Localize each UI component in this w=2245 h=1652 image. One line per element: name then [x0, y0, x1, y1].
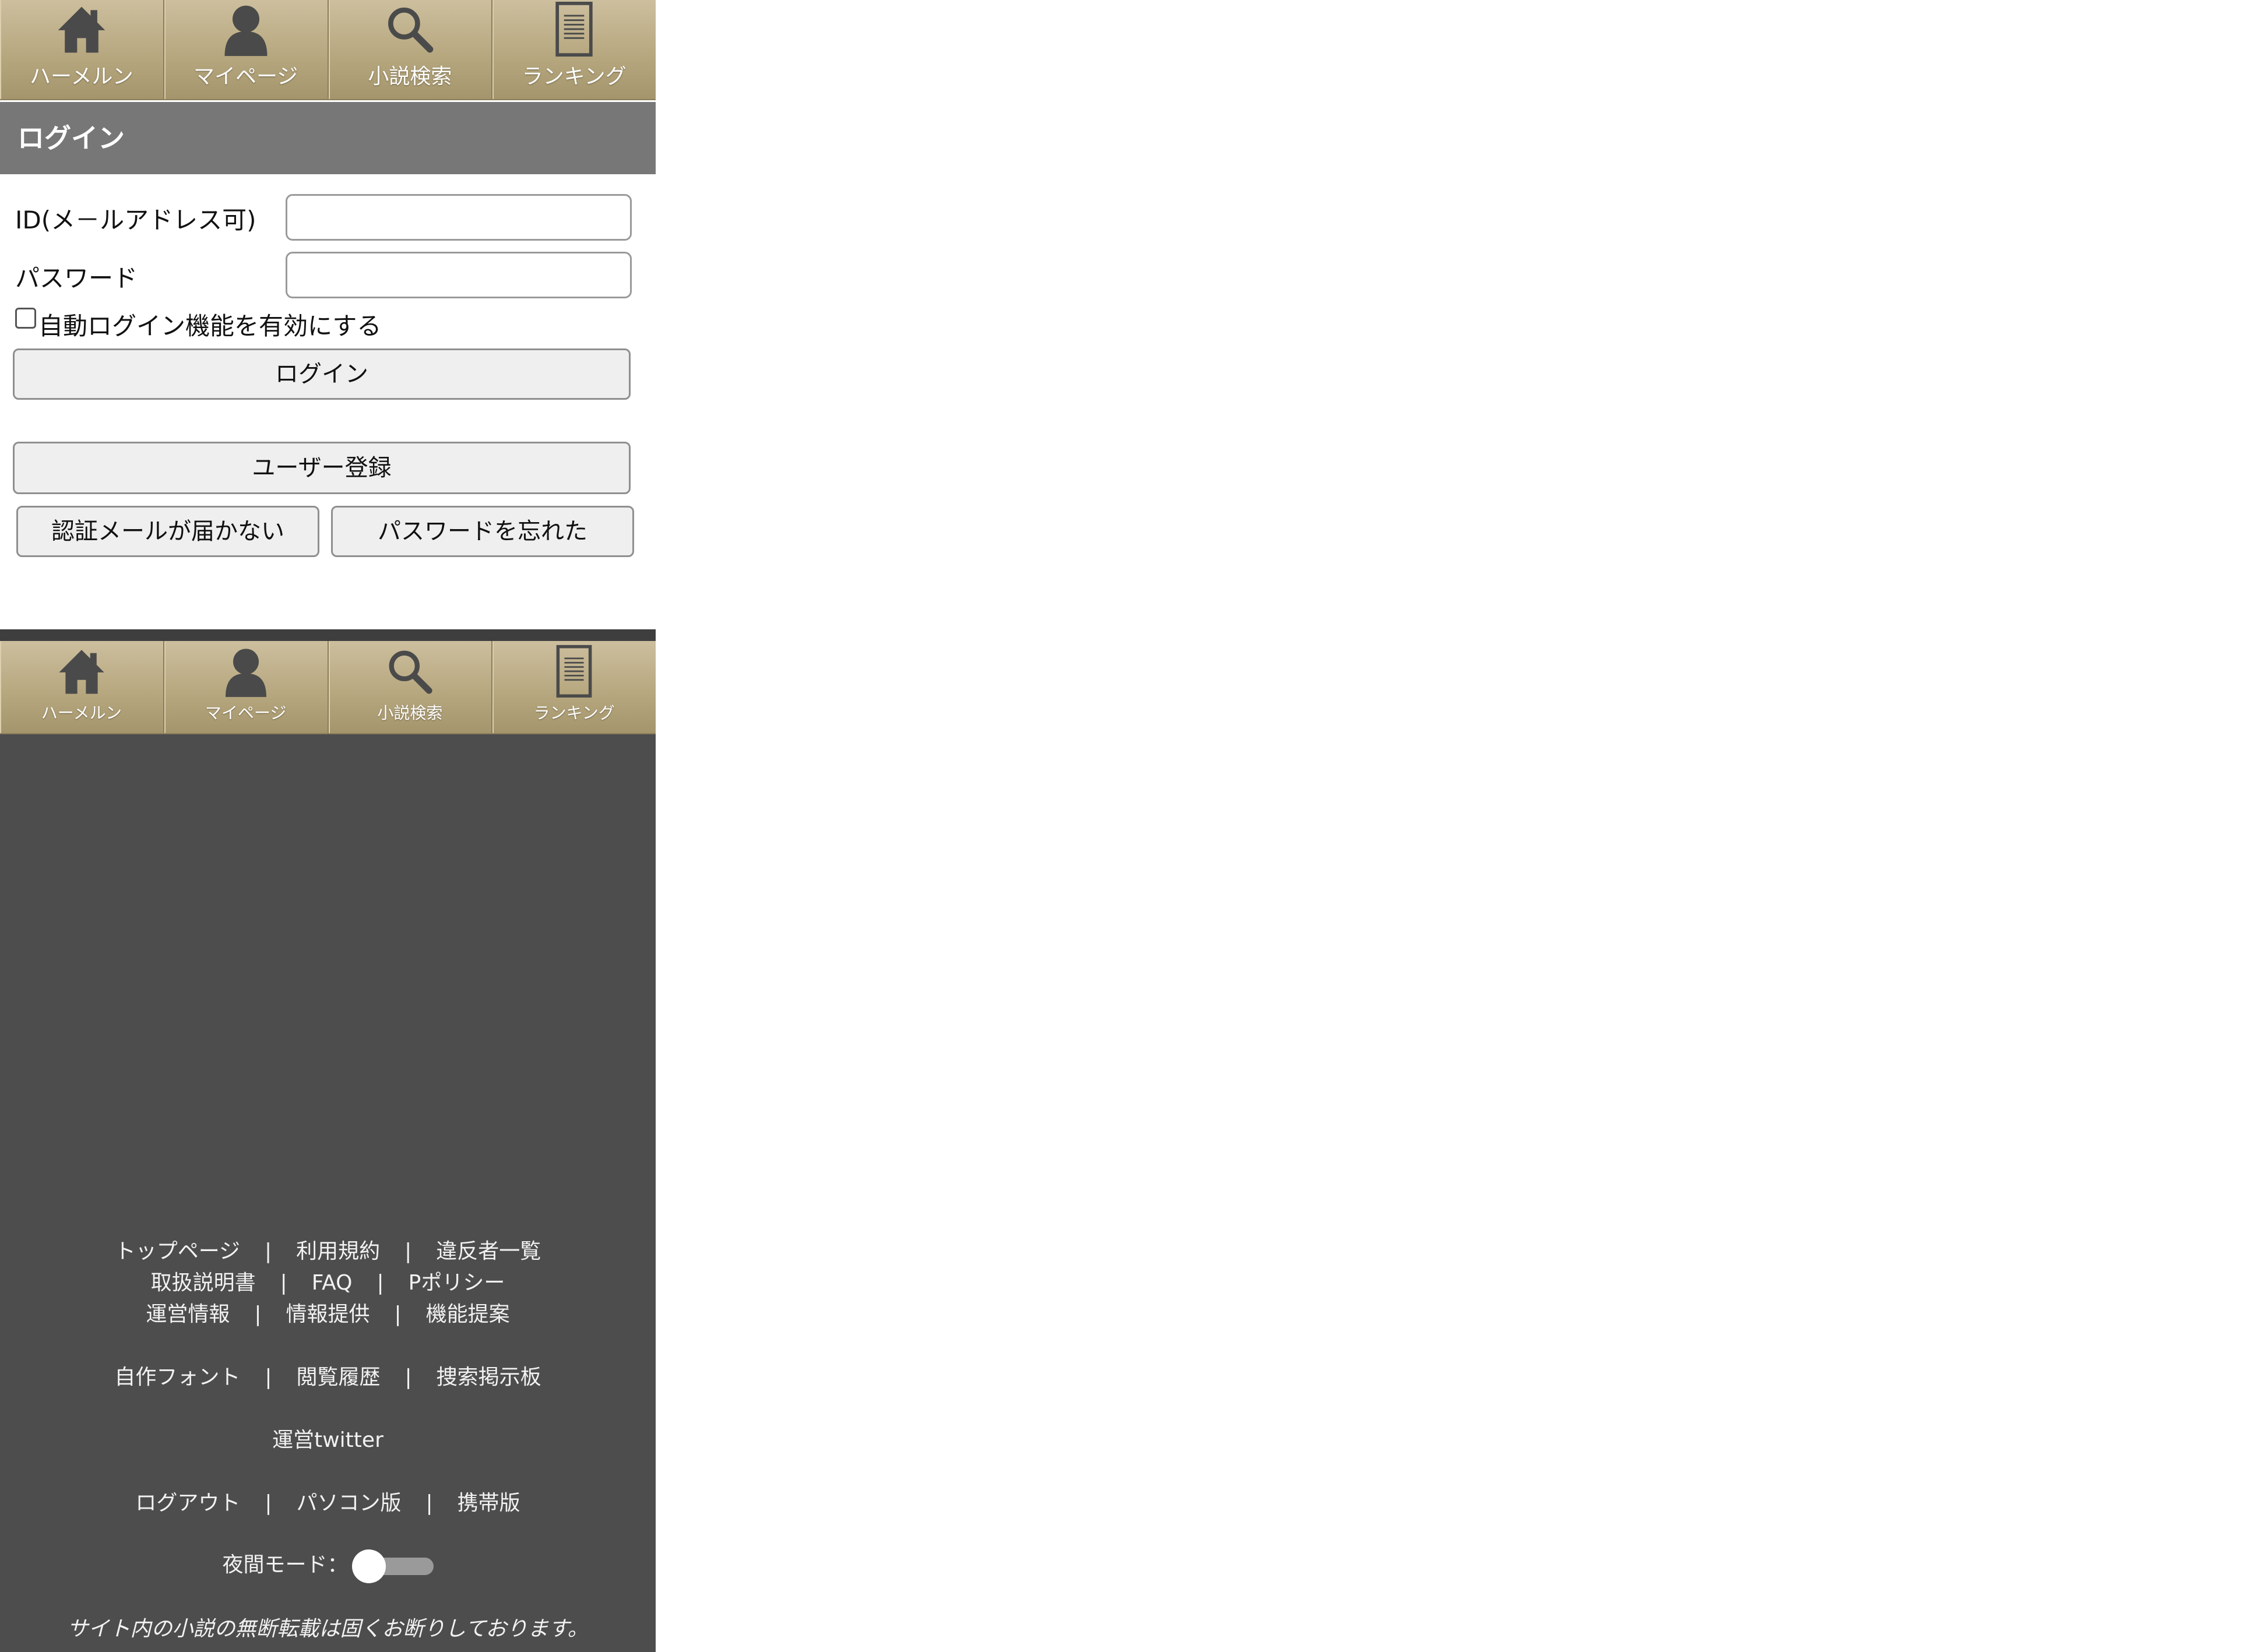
- toggle-knob: [351, 1549, 386, 1583]
- footer-link-faq[interactable]: FAQ: [312, 1271, 353, 1295]
- separator: |: [265, 1491, 272, 1515]
- nav-label-home: ハーメルン: [41, 703, 122, 723]
- nav-label-ranking: ランキング: [522, 65, 627, 89]
- separator: |: [264, 1239, 272, 1263]
- footer-links-row: 自作フォント | 閲覧履歴 | 捜索掲示板: [0, 1360, 656, 1390]
- nav-label-search: 小説検索: [377, 703, 443, 723]
- night-mode-row: 夜間モード：: [0, 1548, 656, 1583]
- top-nav: ハーメルン マイページ 小説検索 ランキング: [0, 0, 656, 100]
- footer-links-row: トップページ | 利用規約 | 違反者一覧: [0, 1234, 656, 1264]
- login-section-title: ログイン: [0, 102, 656, 174]
- nav-item-mypage[interactable]: マイページ: [164, 0, 329, 99]
- footer-link-manual[interactable]: 取扱説明書: [151, 1271, 256, 1295]
- separator: |: [394, 1302, 402, 1326]
- footer-divider: [0, 629, 656, 641]
- footer-links-row: 運営情報 | 情報提供 | 機能提案: [0, 1297, 656, 1327]
- footer-links-row: 取扱説明書 | FAQ | Pポリシー: [0, 1266, 656, 1296]
- footer-links-row: ログアウト | パソコン版 | 携帯版: [0, 1486, 656, 1516]
- copyright-notice: サイト内の小説の無断転載は固くお断りしております。: [67, 1617, 589, 1641]
- separator: |: [404, 1365, 412, 1389]
- nav-item-home[interactable]: ハーメルン: [0, 0, 164, 99]
- night-mode-label: 夜間モード：: [222, 1553, 349, 1577]
- register-button[interactable]: ユーザー登録: [13, 442, 631, 494]
- footer-links-row: 運営twitter: [0, 1423, 656, 1453]
- nav-item-home[interactable]: ハーメルン: [0, 641, 164, 733]
- footer-link-custom-font[interactable]: 自作フォント: [114, 1365, 240, 1389]
- footer-link-mobile-version[interactable]: 携帯版: [458, 1491, 520, 1515]
- page: ハーメルン マイページ 小説検索 ランキング ログイン ID(メ－ルアドレス可)…: [0, 0, 656, 1652]
- nav-item-search[interactable]: 小説検索: [329, 641, 493, 733]
- auto-login-checkbox[interactable]: [15, 308, 36, 329]
- document-icon: [555, 1, 593, 57]
- footer-link-logout[interactable]: ログアウト: [135, 1491, 240, 1515]
- separator: |: [280, 1271, 287, 1295]
- footer-link-search-board[interactable]: 捜索掲示板: [437, 1365, 541, 1389]
- separator: |: [254, 1302, 262, 1326]
- search-icon: [388, 8, 434, 53]
- separator: |: [265, 1365, 272, 1389]
- footer-link-terms[interactable]: 利用規約: [296, 1239, 380, 1263]
- id-input[interactable]: [286, 194, 632, 241]
- footer-link-history[interactable]: 閲覧履歴: [296, 1365, 380, 1389]
- nav-label-search: 小説検索: [368, 65, 452, 89]
- home-icon: [59, 650, 104, 694]
- document-icon: [556, 644, 592, 698]
- search-icon: [389, 650, 433, 694]
- nav-label-mypage: マイページ: [193, 65, 298, 89]
- nav-label-home: ハーメルン: [29, 65, 133, 89]
- password-label: パスワード: [15, 264, 138, 293]
- nav-item-ranking[interactable]: ランキング: [492, 641, 656, 733]
- login-button[interactable]: ログイン: [13, 348, 631, 400]
- nav-label-mypage: マイページ: [205, 703, 287, 723]
- auto-login-label: 自動ログイン機能を有効にする: [38, 312, 382, 340]
- password-input[interactable]: [286, 252, 632, 298]
- id-label: ID(メ－ルアドレス可): [15, 206, 256, 234]
- separator: |: [404, 1239, 412, 1263]
- nav-item-mypage[interactable]: マイページ: [164, 641, 329, 733]
- footer-link-info-provision[interactable]: 情報提供: [286, 1302, 370, 1326]
- night-mode-toggle[interactable]: [351, 1549, 434, 1583]
- separator: |: [425, 1491, 433, 1515]
- no-verification-mail-button[interactable]: 認証メールが届かない: [16, 506, 319, 557]
- footer-link-violators[interactable]: 違反者一覧: [436, 1239, 541, 1263]
- footer-link-twitter[interactable]: 運営twitter: [272, 1428, 383, 1452]
- forgot-password-button[interactable]: パスワードを忘れた: [331, 506, 634, 557]
- separator: |: [376, 1271, 384, 1295]
- footer-link-privacy-policy[interactable]: Pポリシー: [409, 1271, 505, 1295]
- home-icon: [58, 6, 105, 53]
- user-icon: [224, 5, 268, 57]
- footer-link-top-page[interactable]: トップページ: [115, 1239, 240, 1263]
- footer-link-pc-version[interactable]: パソコン版: [296, 1491, 401, 1515]
- nav-item-ranking[interactable]: ランキング: [492, 0, 656, 99]
- bottom-nav: ハーメルン マイページ 小説検索 ランキング: [0, 641, 656, 734]
- nav-label-ranking: ランキング: [533, 703, 615, 723]
- user-icon: [225, 649, 266, 698]
- nav-item-search[interactable]: 小説検索: [329, 0, 493, 99]
- footer-link-feature-request[interactable]: 機能提案: [426, 1302, 510, 1326]
- footer-link-operation-info[interactable]: 運営情報: [146, 1302, 230, 1326]
